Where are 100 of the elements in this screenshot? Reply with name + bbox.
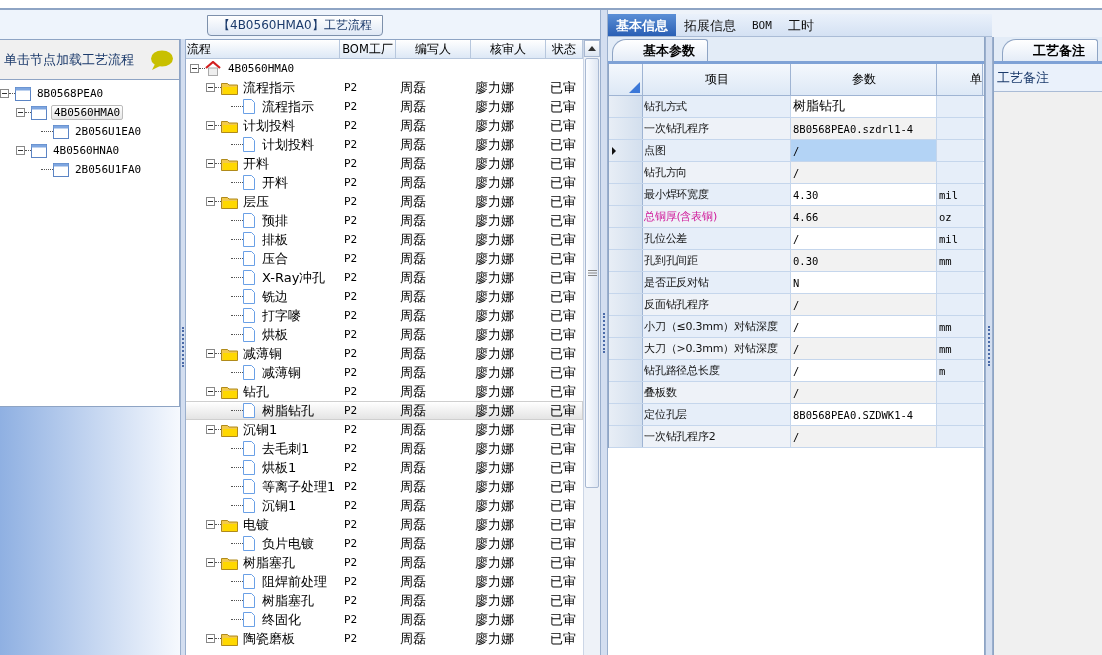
row-header[interactable] — [609, 118, 643, 139]
collapse-toggle-icon[interactable] — [206, 197, 215, 206]
row-header[interactable] — [609, 360, 643, 381]
tree-node-label[interactable]: 去毛刺1 — [260, 439, 312, 458]
table-cell[interactable]: 4.30 — [791, 184, 937, 205]
row-header[interactable] — [609, 250, 643, 271]
column-header[interactable]: BOM工厂 — [340, 40, 396, 58]
tree-node-label[interactable]: 排板 — [260, 230, 290, 249]
table-cell[interactable]: / — [791, 426, 937, 447]
tree-node-label[interactable]: 陶瓷磨板 — [241, 629, 297, 648]
table-cell[interactable]: / — [791, 316, 937, 337]
tree-node-label[interactable]: 电镀 — [241, 515, 271, 534]
tree-node-label[interactable]: 铣边 — [260, 287, 290, 306]
tab[interactable]: 基本信息 — [608, 14, 676, 36]
row-header[interactable] — [609, 426, 643, 447]
tab[interactable]: 拓展信息 — [676, 14, 744, 36]
tree-node-label[interactable]: 沉铜1 — [241, 420, 280, 439]
row-header[interactable] — [609, 140, 643, 161]
row-header[interactable] — [609, 162, 643, 183]
tree-node-label[interactable]: 烘板 — [260, 325, 290, 344]
tree-node-label[interactable]: 打字嘜 — [260, 306, 303, 325]
tab[interactable]: 工时 — [779, 14, 822, 36]
table-cell[interactable]: / — [791, 294, 937, 315]
row-header[interactable] — [609, 316, 643, 337]
column-header[interactable]: 项目 — [643, 64, 791, 95]
column-header[interactable]: 核审人 — [471, 40, 546, 58]
tab[interactable]: 基本参数 — [612, 39, 708, 61]
collapse-toggle-icon[interactable] — [16, 146, 25, 155]
row-header[interactable] — [609, 382, 643, 403]
table-cell[interactable]: 4.66 — [791, 206, 937, 227]
table-cell-text: 周磊 — [399, 249, 427, 268]
row-header[interactable] — [609, 96, 643, 117]
row-header[interactable] — [609, 272, 643, 293]
tree-node-label[interactable]: 减薄铜 — [260, 363, 303, 382]
table-cell[interactable]: 8B0568PEA0.szdrl1-4 — [791, 118, 937, 139]
collapse-toggle-icon[interactable] — [190, 64, 199, 73]
tree-node-label[interactable]: 等离子处理1 — [260, 477, 338, 496]
table-cell[interactable]: / — [791, 162, 937, 183]
tree-node-label[interactable]: 流程指示 — [260, 97, 316, 116]
tree-node-label[interactable]: 树脂塞孔 — [260, 591, 316, 610]
table-cell[interactable]: / — [791, 360, 937, 381]
table-cell[interactable]: 树脂钻孔 — [791, 96, 937, 117]
scrollbar-thumb[interactable] — [585, 58, 599, 488]
tab[interactable]: BOM — [744, 14, 780, 36]
tree-node-label[interactable]: 树脂塞孔 — [241, 553, 297, 572]
tree-node-label[interactable]: 2B056U1EA0 — [73, 125, 144, 138]
scroll-up-button[interactable] — [584, 40, 600, 57]
collapse-toggle-icon[interactable] — [206, 558, 215, 567]
collapse-toggle-icon[interactable] — [206, 159, 215, 168]
tree-node-label[interactable]: 烘板1 — [260, 458, 299, 477]
tree-node-label[interactable]: 层压 — [241, 192, 271, 211]
tree-node-label[interactable]: 钻孔 — [241, 382, 271, 401]
tree-node-label[interactable]: 8B0568PEA0 — [35, 87, 106, 100]
collapse-toggle-icon[interactable] — [0, 89, 9, 98]
collapse-toggle-icon[interactable] — [206, 349, 215, 358]
table-cell[interactable]: 0.30 — [791, 250, 937, 271]
column-header[interactable]: 流程 — [186, 40, 340, 58]
table-cell[interactable]: / — [791, 140, 937, 161]
table-cell[interactable]: / — [791, 228, 937, 249]
tree-node-label[interactable]: 开料 — [241, 154, 271, 173]
collapse-toggle-icon[interactable] — [206, 121, 215, 130]
row-header[interactable] — [609, 404, 643, 425]
tree-node-label[interactable]: X-Ray冲孔 — [260, 268, 328, 287]
collapse-toggle-icon[interactable] — [206, 520, 215, 529]
tree-node-label[interactable]: 计划投料 — [260, 135, 316, 154]
tree-node-label[interactable]: 减薄铜 — [241, 344, 284, 363]
tree-node-label[interactable]: 预排 — [260, 211, 290, 230]
row-header[interactable] — [609, 338, 643, 359]
tree-node-label[interactable]: 计划投料 — [241, 116, 297, 135]
row-header[interactable] — [609, 206, 643, 227]
tree-node-label[interactable]: 4B0560HMA0 — [51, 105, 124, 120]
tree-node-label[interactable]: 压合 — [260, 249, 290, 268]
row-header[interactable] — [609, 228, 643, 249]
tree-node-label[interactable]: 开料 — [260, 173, 290, 192]
tree-node-label[interactable]: 沉铜1 — [260, 496, 299, 515]
column-header[interactable]: 参数 — [791, 64, 937, 95]
table-cell-text: 周磊 — [399, 382, 427, 401]
table-cell[interactable]: / — [791, 338, 937, 359]
row-header[interactable] — [609, 294, 643, 315]
tree-node-label[interactable]: 负片电镀 — [260, 534, 316, 553]
collapse-toggle-icon[interactable] — [16, 108, 25, 117]
row-header[interactable] — [609, 184, 643, 205]
tree-node-label[interactable]: 4B0560HNA0 — [51, 144, 122, 157]
collapse-toggle-icon[interactable] — [206, 634, 215, 643]
tree-node-label[interactable]: 阻焊前处理 — [260, 572, 329, 591]
collapse-toggle-icon[interactable] — [206, 83, 215, 92]
table-cell[interactable]: 8B0568PEA0.SZDWK1-4 — [791, 404, 937, 425]
selected-row[interactable]: 树脂钻孔 P2 周磊 廖力娜 已审 — [186, 401, 583, 420]
tree-node-label[interactable]: 4B0560HMA0 — [226, 62, 297, 75]
collapse-toggle-icon[interactable] — [206, 387, 215, 396]
tree-node-label[interactable]: 树脂钻孔 — [260, 401, 316, 420]
tree-node-label[interactable]: 流程指示 — [241, 78, 297, 97]
tab[interactable]: 工艺备注 — [1002, 39, 1098, 61]
column-header[interactable]: 单 — [937, 64, 983, 95]
table-cell[interactable]: / — [791, 382, 937, 403]
table-cell[interactable]: N — [791, 272, 937, 293]
collapse-toggle-icon[interactable] — [206, 425, 215, 434]
tree-node-label[interactable]: 终固化 — [260, 610, 303, 629]
column-header[interactable]: 编写人 — [396, 40, 471, 58]
tree-node-label[interactable]: 2B056U1FA0 — [73, 163, 144, 176]
